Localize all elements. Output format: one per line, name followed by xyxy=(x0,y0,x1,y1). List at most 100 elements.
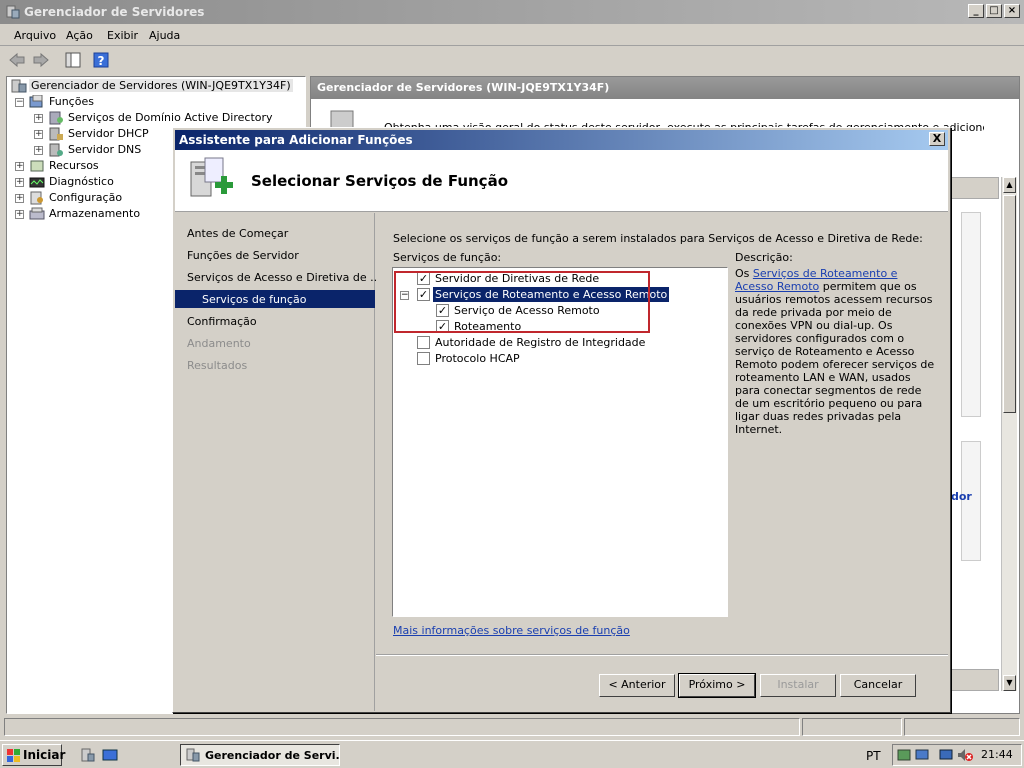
status-segment-1 xyxy=(4,718,800,736)
task-label: Gerenciador de Servi... xyxy=(205,749,340,762)
clock[interactable]: 21:44 xyxy=(981,748,1013,761)
monitor-icon[interactable] xyxy=(915,748,929,762)
volume-muted-icon[interactable] xyxy=(957,748,973,762)
menu-exibir[interactable]: Exibir xyxy=(107,29,138,42)
dialog-title-bar[interactable]: Assistente para Adicionar Funções X xyxy=(175,130,948,150)
dhcp-server-icon xyxy=(49,127,63,141)
role-services-label: Serviços de função: xyxy=(393,251,502,264)
install-button: Instalar xyxy=(760,674,836,697)
expand-dhcp-toggle[interactable]: + xyxy=(34,130,43,139)
tree-ad-label: Serviços de Domínio Active Directory xyxy=(68,111,273,124)
expand-diagnostico-toggle[interactable]: + xyxy=(15,178,24,187)
tree-armazenamento-label: Armazenamento xyxy=(49,207,141,220)
title-bar[interactable]: Gerenciador de Servidores _ □ × xyxy=(0,0,1024,24)
description-text: Os Serviços de Roteamento e Acesso Remot… xyxy=(735,267,935,436)
partial-link-text[interactable]: dor xyxy=(951,490,972,503)
features-icon xyxy=(30,160,44,172)
step-servicos-de-funcao[interactable]: Serviços de função xyxy=(175,290,375,308)
service-label-hra: Autoridade de Registro de Integridade xyxy=(435,336,646,349)
scroll-thumb[interactable] xyxy=(1003,195,1016,413)
service-row-hra[interactable]: Autoridade de Registro de Integridade xyxy=(393,335,723,351)
dialog-close-button[interactable]: X xyxy=(929,132,945,146)
next-button[interactable]: Próximo > xyxy=(678,673,756,698)
windows-logo-icon xyxy=(7,749,20,762)
roles-icon xyxy=(29,95,43,108)
show-hide-tree-icon[interactable] xyxy=(64,51,82,69)
maximize-button[interactable]: □ xyxy=(986,4,1002,18)
server-manager-quicklaunch-icon[interactable] xyxy=(80,747,96,763)
expand-recursos-toggle[interactable]: + xyxy=(15,162,24,171)
more-info-link[interactable]: Mais informações sobre serviços de funçã… xyxy=(393,624,630,637)
forward-arrow-icon[interactable] xyxy=(32,51,50,69)
checkbox-hra[interactable] xyxy=(417,336,430,349)
tree-configuracao-label: Configuração xyxy=(49,191,123,204)
back-arrow-icon[interactable] xyxy=(8,51,26,69)
tree-item-ad[interactable]: Serviços de Domínio Active Directory xyxy=(66,111,275,124)
back-button[interactable]: < Anterior xyxy=(599,674,675,697)
tree-item-dhcp[interactable]: Servidor DHCP xyxy=(66,127,151,140)
description-label: Descrição: xyxy=(735,251,793,264)
button-separator xyxy=(376,654,948,656)
menu-ajuda[interactable]: Ajuda xyxy=(149,29,180,42)
section-footer-partial xyxy=(951,669,999,691)
storage-icon xyxy=(29,207,45,220)
tree-funcoes-label: Funções xyxy=(49,95,94,108)
expand-ad-toggle[interactable]: + xyxy=(34,114,43,123)
taskbar-task-server-manager[interactable]: Gerenciador de Servi... xyxy=(180,744,340,766)
menu-arquivo[interactable]: Arquivo xyxy=(14,29,56,42)
step-resultados: Resultados xyxy=(187,359,248,372)
tree-root[interactable]: Gerenciador de Servidores (WIN-JQE9TX1Y3… xyxy=(29,79,293,92)
tree-item-funcoes[interactable]: Funções xyxy=(47,95,96,108)
start-button[interactable]: Iniciar xyxy=(2,744,66,766)
service-row-hcap[interactable]: Protocolo HCAP xyxy=(393,351,723,367)
expand-armazenamento-toggle[interactable]: + xyxy=(15,210,24,219)
start-label: Iniciar xyxy=(23,748,66,762)
collapse-funcoes-toggle[interactable]: − xyxy=(15,98,24,107)
scroll-up-button[interactable]: ▲ xyxy=(1003,177,1016,193)
instruction-text: Selecione os serviços de função a serem … xyxy=(393,232,923,245)
description-prefix: Os xyxy=(735,267,753,280)
diagnostics-icon xyxy=(29,177,45,188)
tree-item-recursos[interactable]: Recursos xyxy=(47,159,101,172)
scroll-down-button[interactable]: ▼ xyxy=(1003,675,1016,691)
tree-item-configuracao[interactable]: Configuração xyxy=(47,191,124,204)
step-confirmacao[interactable]: Confirmação xyxy=(187,315,257,328)
checkbox-hcap[interactable] xyxy=(417,352,430,365)
expand-dns-toggle[interactable]: + xyxy=(34,146,43,155)
step-servicos-acesso[interactable]: Serviços de Acesso e Diretiva de ... xyxy=(187,271,381,284)
system-tray: 21:44 xyxy=(892,744,1022,766)
toolbar: ? xyxy=(0,47,1024,73)
tree-item-dns[interactable]: Servidor DNS xyxy=(66,143,143,156)
status-segment-3 xyxy=(904,718,1020,736)
show-desktop-icon[interactable] xyxy=(102,747,118,763)
active-directory-icon xyxy=(49,111,63,125)
expand-configuracao-toggle[interactable]: + xyxy=(15,194,24,203)
display-icon[interactable] xyxy=(939,748,953,762)
minimize-button[interactable]: _ xyxy=(968,4,984,18)
tree-item-diagnostico[interactable]: Diagnóstico xyxy=(47,175,116,188)
dialog-heading: Selecionar Serviços de Função xyxy=(251,172,508,190)
close-window-button[interactable]: × xyxy=(1004,4,1020,18)
tree-recursos-label: Recursos xyxy=(49,159,99,172)
dialog-banner: Selecionar Serviços de Função xyxy=(175,150,948,212)
description-body: permitem que os usuários remotos acessem… xyxy=(735,280,935,436)
tree-diagnostico-label: Diagnóstico xyxy=(49,175,114,188)
network-icon[interactable] xyxy=(897,748,911,762)
tree-item-armazenamento[interactable]: Armazenamento xyxy=(47,207,142,220)
service-label-hcap: Protocolo HCAP xyxy=(435,352,520,365)
step-funcoes-de-servidor[interactable]: Funções de Servidor xyxy=(187,249,299,262)
dns-server-icon xyxy=(49,143,63,157)
tree-dns-label: Servidor DNS xyxy=(68,143,142,156)
menu-acao[interactable]: Ação xyxy=(66,29,93,42)
step-antes-de-comecar[interactable]: Antes de Começar xyxy=(187,227,288,240)
help-icon[interactable]: ? xyxy=(92,51,110,69)
language-indicator[interactable]: PT xyxy=(866,749,881,763)
taskbar: Iniciar Gerenciador de Servi... PT 21:44 xyxy=(0,740,1024,768)
dialog-title: Assistente para Adicionar Funções xyxy=(179,133,413,147)
configuration-icon xyxy=(30,191,43,205)
cancel-button[interactable]: Cancelar xyxy=(840,674,916,697)
details-scrollbar[interactable]: ▲ ▼ xyxy=(1001,177,1017,691)
section-header-partial xyxy=(951,177,999,199)
tree-dhcp-label: Servidor DHCP xyxy=(68,127,149,140)
highlight-box xyxy=(394,271,650,333)
